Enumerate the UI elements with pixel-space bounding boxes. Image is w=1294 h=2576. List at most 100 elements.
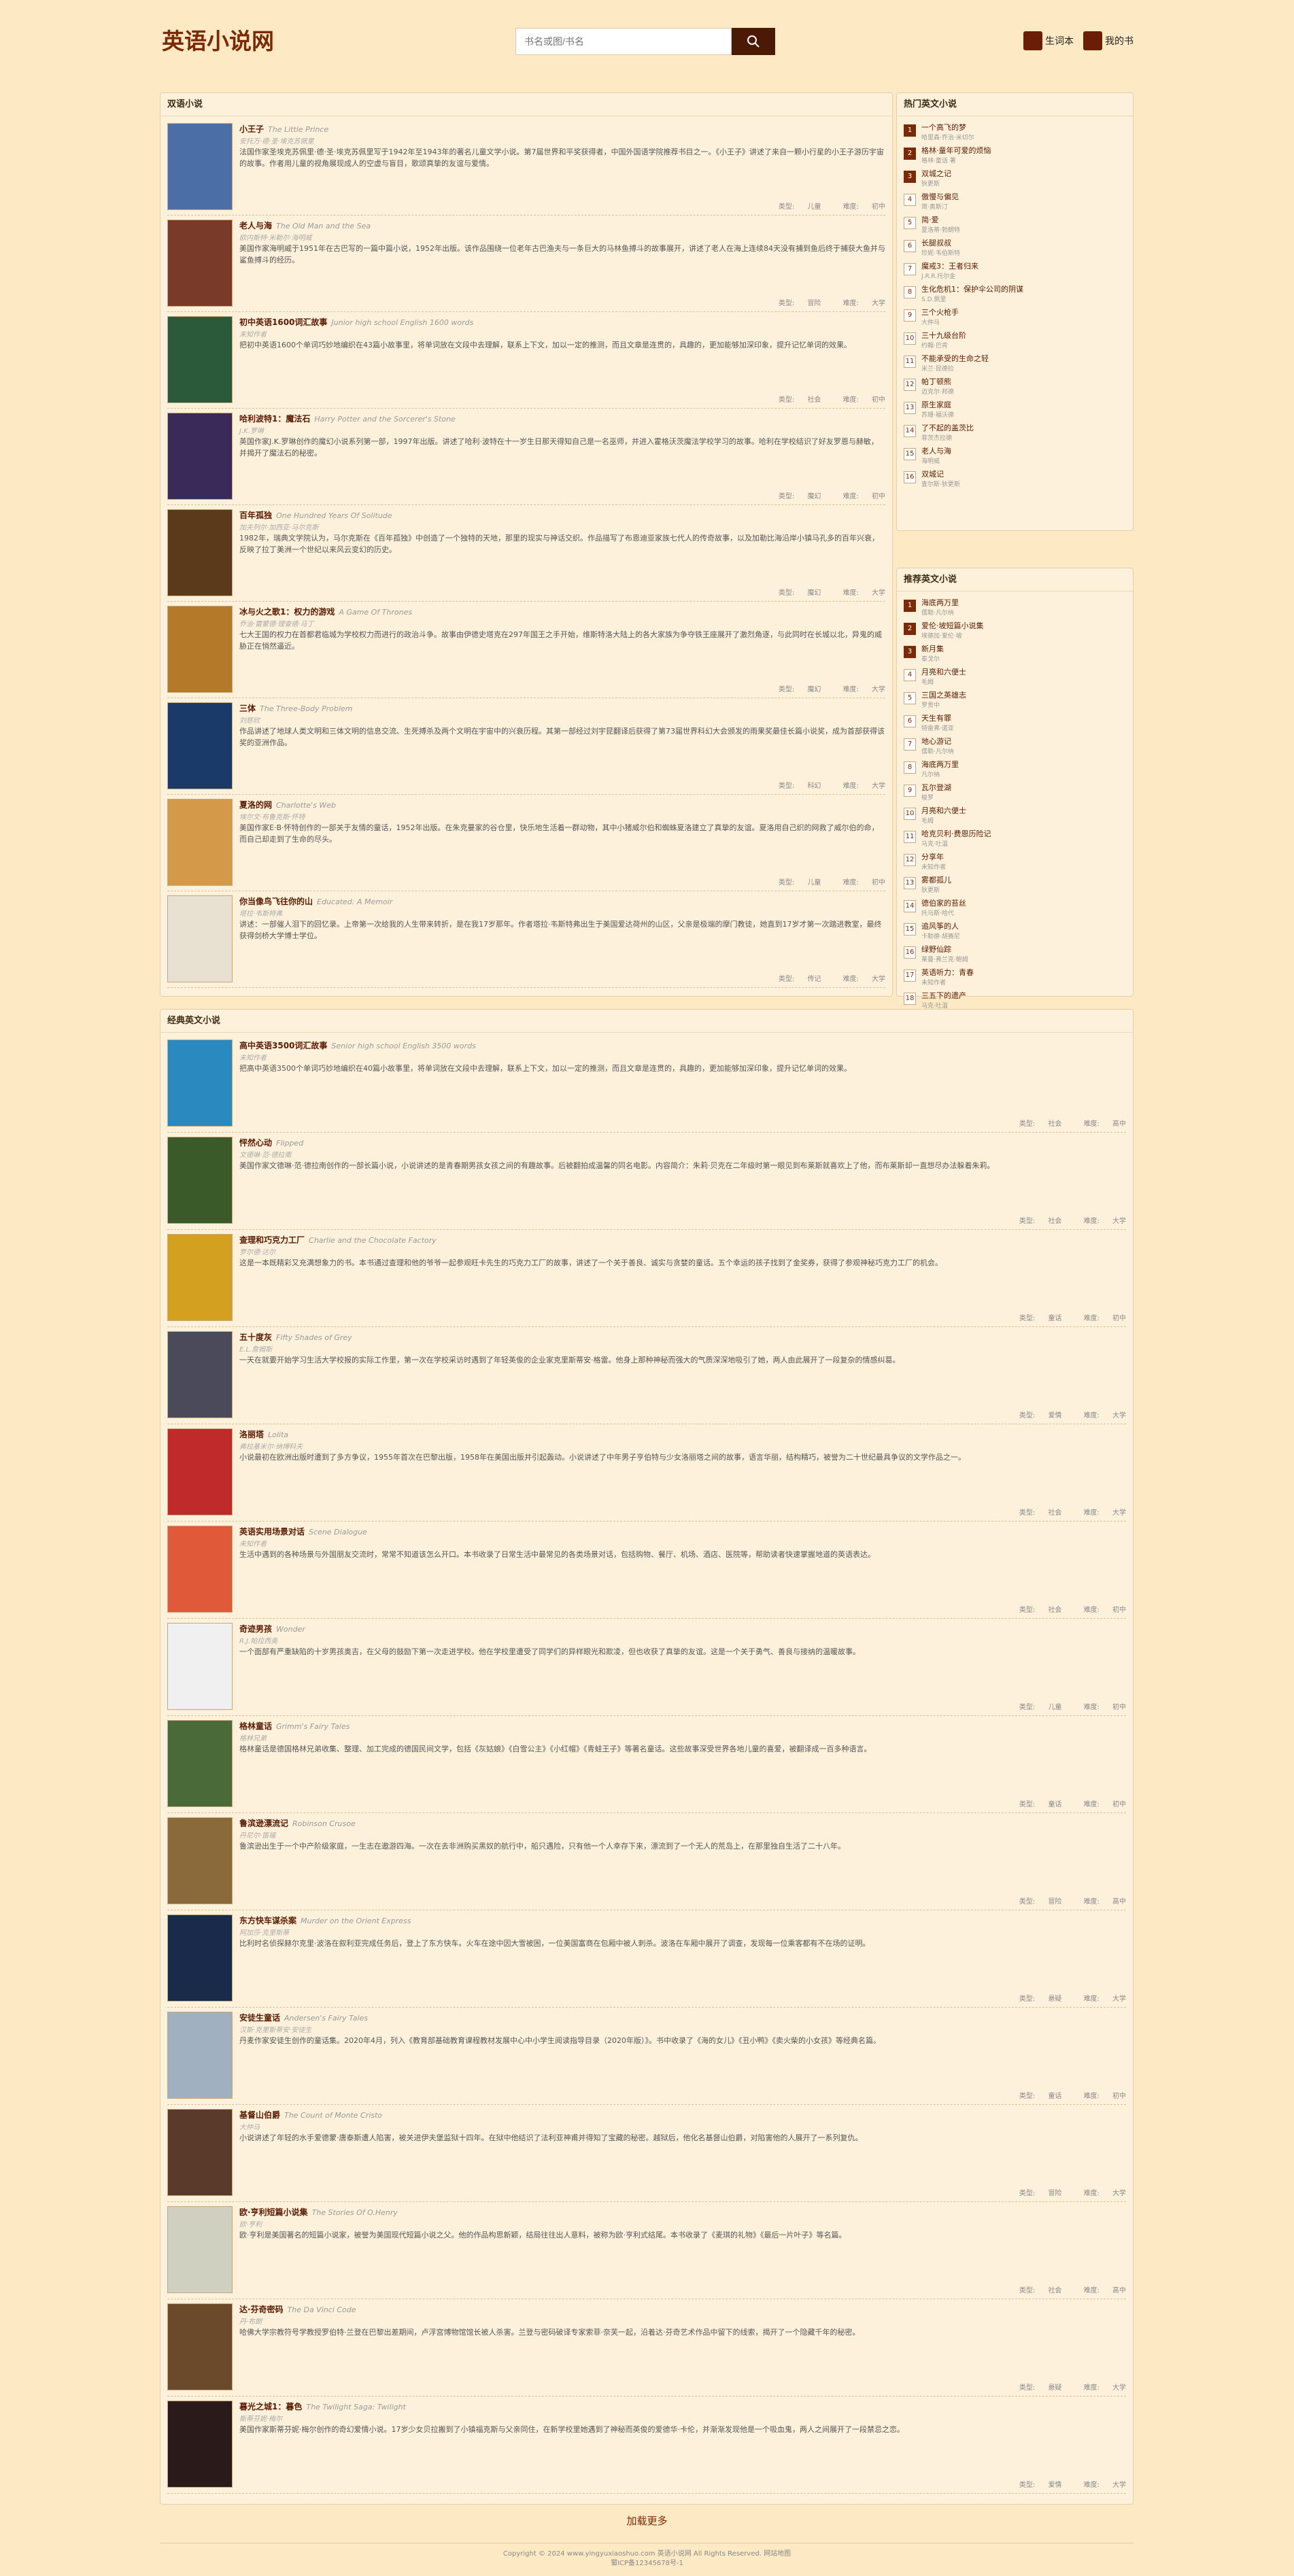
rank-item[interactable]: 7 地心游记 儒勒·凡尔纳 [904,736,1126,759]
rank-item[interactable]: 13 原生家庭 苏珊·福沃德 [904,399,1126,422]
rank-title[interactable]: 帕丁顿熊 [921,376,951,387]
book-title[interactable]: 洛丽塔 [239,1430,264,1439]
book-item[interactable]: 达·芬奇密码 The Da Vinci Code 丹·布朗 哈佛大学宗教符号学教授罗伯… [167,2303,1126,2397]
rank-title[interactable]: 不能承受的生命之轻 [921,353,989,364]
load-more-button[interactable]: 加载更多 [0,2513,1294,2528]
rank-item[interactable]: 8 海底两万里 凡尔纳 [904,759,1126,782]
book-title[interactable]: 哈利波特1：魔法石 [239,414,310,424]
book-cover[interactable] [167,799,233,886]
rank-item[interactable]: 17 英语听力：青春 未知作者 [904,967,1126,990]
book-item[interactable]: 英语实用场景对话 Scene Dialogue 未知作者 生活中遇到的各种场景与外国朋… [167,1526,1126,1619]
book-title[interactable]: 查理和巧克力工厂 [239,1235,305,1245]
rank-title[interactable]: 绿野仙踪 [921,944,951,955]
rank-item[interactable]: 8 生化危机1：保护伞公司的阴谋 S.D.佩里 [904,284,1126,307]
rank-title[interactable]: 傲慢与偏见 [921,191,959,202]
rank-item[interactable]: 5 三国之英雄志 罗贯中 [904,689,1126,712]
book-title[interactable]: 达·芬奇密码 [239,2305,284,2314]
rank-item[interactable]: 1 一个高飞的梦 哈里森·乔治·米切尔 [904,122,1126,145]
rank-title[interactable]: 地心游记 [921,736,951,746]
rank-title[interactable]: 格林·童年可爱的烦恼 [921,145,991,156]
book-cover[interactable] [167,1040,233,1127]
book-item[interactable]: 三体 The Three-Body Problem 刘慈欣 作品讲述了地球人类文明和三… [167,702,885,795]
book-cover[interactable] [167,316,233,403]
book-item[interactable]: 格林童话 Grimm's Fairy Tales 格林兄弟 格林童话是德国格林兄弟收集… [167,1720,1126,1813]
book-item[interactable]: 东方快车谋杀案 Murder on the Orient Express 阿加莎·克… [167,1914,1126,2008]
search-input[interactable] [515,28,732,55]
rank-item[interactable]: 1 海底两万里 儒勒·凡尔纳 [904,597,1126,620]
rank-item[interactable]: 16 双城记 查尔斯·狄更斯 [904,468,1126,492]
rank-item[interactable]: 12 分享年 未知作者 [904,851,1126,874]
book-cover[interactable] [167,1914,233,2002]
book-cover[interactable] [167,606,233,693]
rank-item[interactable]: 7 魔戒3：王者归来 J.R.R.托尔金 [904,260,1126,284]
book-item[interactable]: 夏洛的网 Charlotte's Web 埃尔文·布鲁克斯·怀特 美国作家E·B·怀特… [167,799,885,891]
rank-item[interactable]: 9 瓦尔登湖 梭罗 [904,782,1126,805]
rank-item[interactable]: 14 德伯家的苔丝 托马斯·哈代 [904,897,1126,921]
book-item[interactable]: 暮光之城1：暮色 The Twilight Saga: Twilight 斯蒂芬妮·… [167,2401,1126,2494]
book-cover[interactable] [167,2401,233,2488]
book-item[interactable]: 查理和巧克力工厂 Charlie and the Chocolate Factor… [167,1234,1126,1327]
book-cover[interactable] [167,123,233,210]
rank-item[interactable]: 10 三十九级台阶 约翰·巴肯 [904,330,1126,353]
book-item[interactable]: 安徒生童话 Andersen's Fairy Tales 汉斯·克里斯蒂安·安徒生丹… [167,2012,1126,2105]
rank-title[interactable]: 月亮和六便士 [921,666,966,677]
book-item[interactable]: 你当像鸟飞往你的山 Educated: A Memoir 塔拉·韦斯特弗 讲述：一部催… [167,895,885,988]
rank-item[interactable]: 5 简·爱 夏洛蒂·勃朗特 [904,214,1126,237]
rank-title[interactable]: 海底两万里 [921,597,959,608]
book-cover[interactable] [167,1720,233,1807]
rank-item[interactable]: 3 新月集 泰戈尔 [904,643,1126,666]
rank-title[interactable]: 天生有罪 [921,712,951,723]
rank-title[interactable]: 雾都孤儿 [921,874,951,885]
rank-title[interactable]: 追风筝的人 [921,921,959,931]
book-title[interactable]: 三体 [239,704,256,713]
book-title[interactable]: 你当像鸟飞往你的山 [239,897,313,906]
rank-title[interactable]: 了不起的盖茨比 [921,422,974,433]
book-title[interactable]: 五十度灰 [239,1333,272,1342]
book-title[interactable]: 高中英语3500词汇故事 [239,1041,327,1050]
rank-title[interactable]: 一个高飞的梦 [921,122,966,133]
book-title[interactable]: 鲁滨逊漂流记 [239,1819,288,1828]
rank-item[interactable]: 11 不能承受的生命之轻 米兰·昆德拉 [904,353,1126,376]
book-item[interactable]: 欧·亨利短篇小说集 The Stories Of O.Henry 欧·亨利 欧·亨利是… [167,2206,1126,2299]
rank-title[interactable]: 长腿叔叔 [921,237,951,248]
rank-item[interactable]: 9 三个火枪手 大仲马 [904,307,1126,330]
book-cover[interactable] [167,220,233,307]
book-title[interactable]: 初中英语1600词汇故事 [239,317,327,327]
book-cover[interactable] [167,509,233,596]
book-cover[interactable] [167,895,233,982]
book-cover[interactable] [167,1817,233,1904]
rank-title[interactable]: 海底两万里 [921,759,959,770]
rank-title[interactable]: 德伯家的苔丝 [921,897,966,908]
rank-title[interactable]: 哈克贝利·费恩历险记 [921,828,991,839]
rank-title[interactable]: 爱伦·坡短篇小说集 [921,620,984,631]
rank-item[interactable]: 2 格林·童年可爱的烦恼 格林·童话 著 [904,145,1126,168]
book-title[interactable]: 基督山伯爵 [239,2110,280,2120]
book-cover[interactable] [167,702,233,789]
rank-title[interactable]: 三五下的遗产 [921,990,966,1001]
book-cover[interactable] [167,1526,233,1613]
rank-title[interactable]: 月亮和六便士 [921,805,966,816]
book-title[interactable]: 暮光之城1：暮色 [239,2402,302,2411]
book-item[interactable]: 洛丽塔 Lolita 弗拉基米尔·纳博科夫 小说最初在欧洲出版时遭到了多方争议，195… [167,1428,1126,1522]
book-item[interactable]: 百年孤独 One Hundred Years Of Solitude 加夫列尔·加西… [167,509,885,602]
rank-title[interactable]: 双城记 [921,468,944,479]
rank-item[interactable]: 4 傲慢与偏见 简·奥斯汀 [904,191,1126,214]
rank-title[interactable]: 双城之记 [921,168,951,179]
book-title[interactable]: 英语实用场景对话 [239,1527,305,1536]
rank-item[interactable]: 3 双城之记 狄更斯 [904,168,1126,191]
book-cover[interactable] [167,2303,233,2390]
vocab-link[interactable]: 生词本 [1023,31,1074,50]
book-item[interactable]: 基督山伯爵 The Count of Monte Cristo 大仲马 小说讲述了年轻… [167,2109,1126,2202]
rank-item[interactable]: 10 月亮和六便士 毛姆 [904,805,1126,828]
mybooks-link[interactable]: 我的书 [1083,31,1134,50]
rank-item[interactable]: 6 长腿叔叔 珍妮·韦伯斯特 [904,237,1126,260]
book-item[interactable]: 冰与火之歌1：权力的游戏 A Game Of Thrones 乔治·雷蒙德·理查德·… [167,606,885,698]
book-cover[interactable] [167,2012,233,2099]
book-cover[interactable] [167,1623,233,1710]
book-item[interactable]: 怦然心动 Flipped 文德琳·范·德拉南 美国作家文德琳·范·德拉南创作的一部长篇… [167,1137,1126,1230]
book-title[interactable]: 小王子 [239,124,264,134]
book-item[interactable]: 小王子 The Little Prince 安托万·德·圣·埃克苏佩里 法国作家圣埃克… [167,123,885,216]
book-title[interactable]: 冰与火之歌1：权力的游戏 [239,607,335,617]
rank-title[interactable]: 生化危机1：保护伞公司的阴谋 [921,284,1023,294]
rank-title[interactable]: 三国之英雄志 [921,689,966,700]
